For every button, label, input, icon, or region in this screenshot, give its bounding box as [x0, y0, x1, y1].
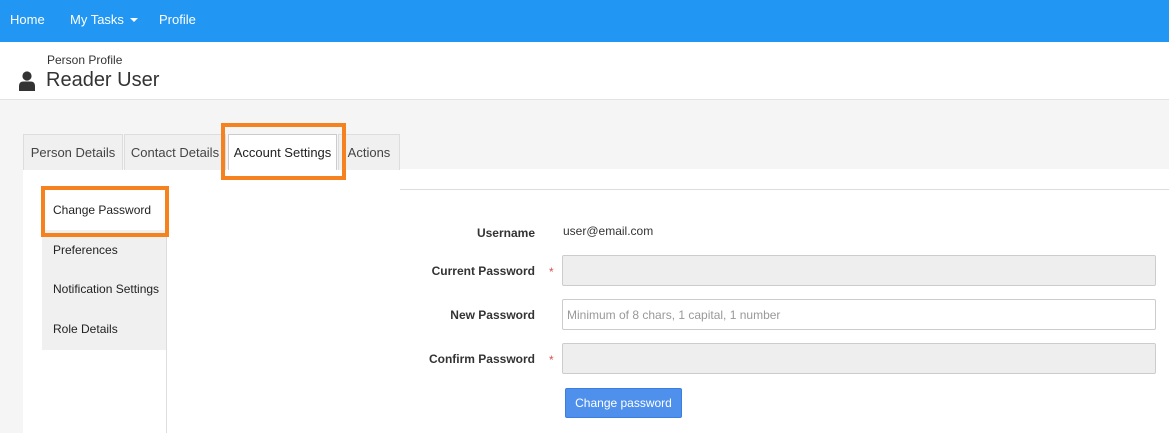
current-password-label: Current Password: [431, 264, 535, 278]
required-marker: *: [549, 265, 554, 279]
nav-profile-link[interactable]: Profile: [159, 0, 196, 42]
side-menu-divider: [166, 190, 167, 433]
side-item-change-password[interactable]: Change Password: [42, 190, 166, 230]
chevron-down-icon: [129, 17, 138, 22]
breadcrumb: Person Profile: [47, 53, 123, 67]
tab-contact-details[interactable]: Contact Details: [124, 134, 226, 170]
confirm-password-label: Confirm Password: [428, 352, 535, 366]
tab-actions[interactable]: Actions: [338, 134, 400, 170]
new-password-label: New Password: [450, 308, 535, 322]
confirm-password-input[interactable]: [562, 343, 1156, 374]
change-password-button[interactable]: Change password: [565, 388, 682, 418]
side-item-notification-settings[interactable]: Notification Settings: [42, 269, 166, 309]
nav-my-tasks-dropdown[interactable]: My Tasks: [70, 0, 138, 42]
side-item-role-details[interactable]: Role Details: [42, 309, 166, 349]
tab-person-details[interactable]: Person Details: [23, 134, 123, 170]
side-item-preferences[interactable]: Preferences: [42, 230, 166, 270]
page-title: Reader User: [46, 69, 160, 91]
required-marker: *: [549, 353, 554, 367]
username-value: user@email.com: [563, 224, 654, 238]
page-header: [0, 42, 1169, 100]
content-divider: [400, 189, 1169, 190]
user-icon: [19, 71, 35, 91]
current-password-input[interactable]: [562, 255, 1156, 286]
username-label: Username: [476, 226, 535, 240]
top-navbar: Home My Tasks Profile: [0, 0, 1169, 42]
nav-home-link[interactable]: Home: [10, 0, 45, 42]
nav-my-tasks-label: My Tasks: [70, 12, 124, 27]
tab-account-settings[interactable]: Account Settings: [228, 134, 337, 170]
new-password-input[interactable]: [562, 299, 1156, 330]
